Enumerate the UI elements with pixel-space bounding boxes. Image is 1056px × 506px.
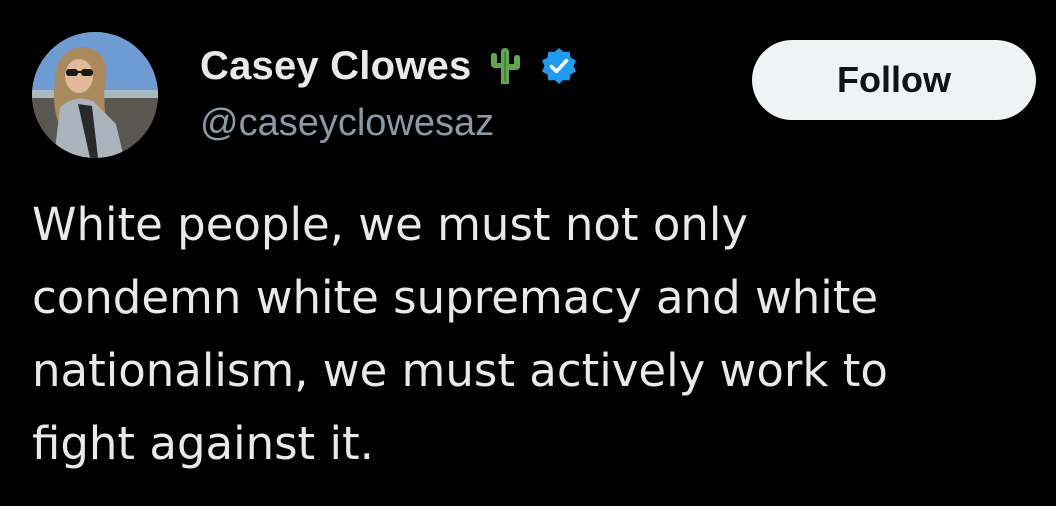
tweet-text-line: nationalism, we must actively work to [32, 344, 888, 397]
follow-button[interactable]: Follow [752, 40, 1036, 120]
tweet-text-line: fight against it. [32, 417, 374, 470]
cactus-icon [483, 44, 527, 88]
author-handle[interactable]: @caseyclowesaz [200, 102, 494, 145]
tweet-body: White people, we must not only condemn w… [32, 188, 1042, 480]
tweet-text-line: White people, we must not only [32, 198, 749, 251]
tweet-card: Casey Clowes @caseyclowesaz Follow White… [0, 0, 1056, 506]
avatar[interactable] [32, 32, 158, 158]
tweet-text-line: condemn white supremacy and white [32, 271, 879, 324]
verified-badge-icon [539, 46, 579, 86]
author-display-name[interactable]: Casey Clowes [200, 44, 471, 89]
author-name-row: Casey Clowes [200, 40, 579, 92]
avatar-photo-icon [32, 32, 158, 158]
